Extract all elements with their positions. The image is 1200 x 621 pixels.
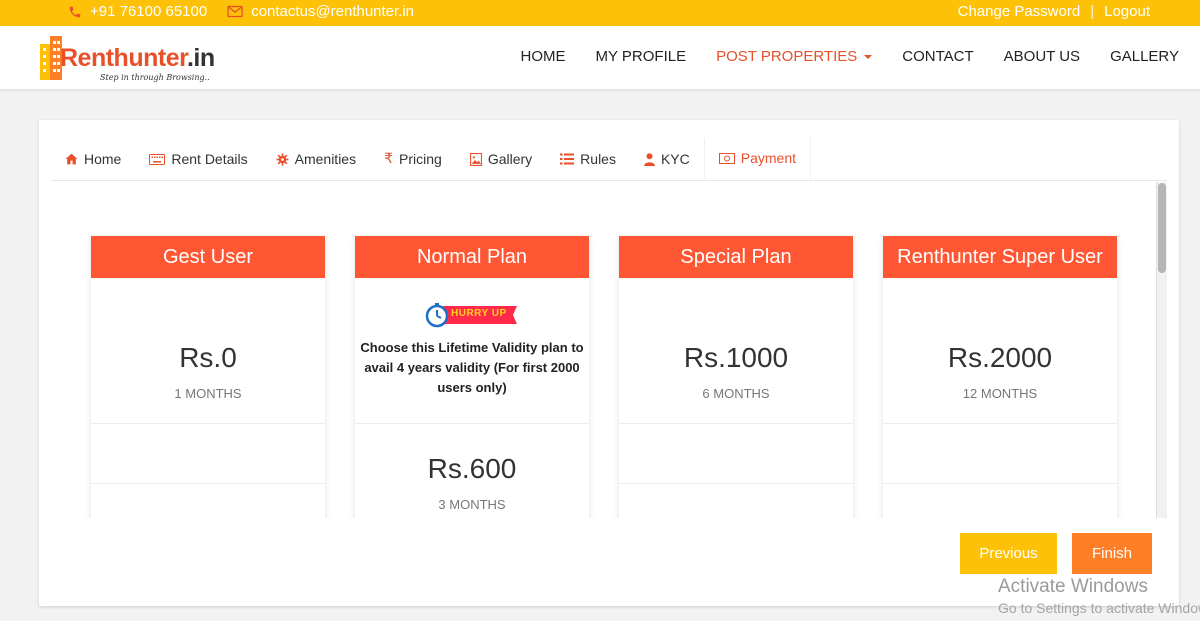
plan-duration: 3 MONTHS bbox=[438, 497, 506, 512]
wizard-tabs: Home Rent Details Amenities ₹ Pricing Ga… bbox=[51, 138, 1167, 181]
phone-icon bbox=[68, 5, 82, 19]
plan-divider bbox=[91, 423, 325, 424]
finish-button[interactable]: Finish bbox=[1072, 533, 1152, 574]
plan-title: Normal Plan bbox=[355, 236, 589, 278]
previous-button[interactable]: Previous bbox=[960, 533, 1057, 574]
nav-gallery[interactable]: GALLERY bbox=[1110, 48, 1179, 65]
money-icon bbox=[718, 152, 735, 164]
logout-link[interactable]: Logout bbox=[1104, 3, 1150, 20]
logo-brand: Renthunter bbox=[60, 44, 187, 72]
plan-divider bbox=[883, 483, 1117, 484]
phone-contact[interactable]: +91 76100 65100 bbox=[68, 3, 207, 20]
plan-divider bbox=[619, 483, 853, 484]
list-icon bbox=[560, 153, 575, 165]
tab-amenities[interactable]: Amenities bbox=[262, 138, 370, 180]
plan-price: Rs.2000 bbox=[947, 342, 1053, 373]
tab-kyc[interactable]: KYC bbox=[630, 138, 704, 180]
tab-rules[interactable]: Rules bbox=[546, 138, 630, 180]
panel-scrollbar[interactable] bbox=[1156, 182, 1167, 518]
link-separator: | bbox=[1090, 3, 1095, 20]
logo-wordmark: Renthunter.in bbox=[60, 44, 215, 73]
keyboard-icon bbox=[149, 153, 166, 165]
tab-rent-details[interactable]: Rent Details bbox=[135, 138, 261, 180]
plan-card-super-user[interactable]: Renthunter Super User Rs.2000 12 MONTHS bbox=[883, 236, 1117, 518]
hurry-up-text: HURRY UP bbox=[451, 308, 507, 319]
nav-home[interactable]: HOME bbox=[521, 48, 566, 65]
image-icon bbox=[469, 152, 482, 166]
envelope-icon bbox=[227, 5, 243, 18]
tab-pricing[interactable]: ₹ Pricing bbox=[370, 138, 456, 180]
wizard-card: Home Rent Details Amenities ₹ Pricing Ga… bbox=[39, 120, 1179, 606]
logo-tld: .in bbox=[186, 44, 215, 72]
tab-kyc-label: KYC bbox=[660, 151, 690, 167]
caret-down-icon bbox=[864, 54, 873, 59]
tab-gallery-label: Gallery bbox=[487, 151, 533, 167]
contact-info: +91 76100 65100 contactus@renthunter.in bbox=[68, 3, 434, 20]
plan-card-normal-plan[interactable]: Normal Plan HURRY UP Choose this Lifetim… bbox=[355, 236, 589, 518]
nav-about-us[interactable]: ABOUT US bbox=[1004, 48, 1080, 65]
change-password-link[interactable]: Change Password bbox=[958, 3, 1081, 20]
plan-price: Rs.0 bbox=[179, 342, 237, 373]
home-icon bbox=[65, 153, 78, 165]
rupee-icon: ₹ bbox=[384, 151, 394, 167]
plan-price: Rs.600 bbox=[427, 453, 517, 484]
tab-amenities-label: Amenities bbox=[294, 151, 357, 167]
activate-windows-watermark: Activate Windows bbox=[998, 576, 1148, 597]
tab-rules-label: Rules bbox=[580, 151, 616, 167]
plan-divider bbox=[883, 423, 1117, 424]
payment-plans-panel[interactable]: Gest User Rs.0 1 MONTHS Normal Plan HURR… bbox=[51, 182, 1167, 518]
tab-rent-details-label: Rent Details bbox=[171, 151, 248, 167]
plan-divider bbox=[619, 423, 853, 424]
site-header: Renthunter.in Step in through Browsing..… bbox=[0, 26, 1200, 89]
logo-tagline: Step in through Browsing.. bbox=[100, 73, 210, 82]
tab-home[interactable]: Home bbox=[51, 138, 135, 180]
gear-icon bbox=[276, 153, 289, 166]
plan-duration: 1 MONTHS bbox=[174, 386, 242, 401]
plan-card-special-plan[interactable]: Special Plan Rs.1000 6 MONTHS bbox=[619, 236, 853, 518]
plan-divider bbox=[355, 423, 589, 424]
plan-title: Renthunter Super User bbox=[883, 236, 1117, 278]
plan-divider bbox=[91, 483, 325, 484]
top-bar: +91 76100 65100 contactus@renthunter.in … bbox=[0, 0, 1200, 26]
plan-promo-text: Choose this Lifetime Validity plan to av… bbox=[360, 340, 584, 395]
tab-payment-label: Payment bbox=[740, 150, 797, 166]
activate-windows-hint: Go to Settings to activate Windows. bbox=[998, 600, 1200, 616]
email-contact[interactable]: contactus@renthunter.in bbox=[227, 3, 414, 20]
plan-card-gest-user[interactable]: Gest User Rs.0 1 MONTHS bbox=[91, 236, 325, 518]
scrollbar-thumb[interactable] bbox=[1158, 183, 1166, 273]
plan-title: Special Plan bbox=[619, 236, 853, 278]
plan-duration: 6 MONTHS bbox=[702, 386, 770, 401]
phone-number: +91 76100 65100 bbox=[90, 3, 208, 20]
user-icon bbox=[644, 152, 655, 166]
plan-duration: 12 MONTHS bbox=[962, 386, 1038, 401]
plan-title: Gest User bbox=[91, 236, 325, 278]
site-logo[interactable]: Renthunter.in Step in through Browsing.. bbox=[38, 32, 238, 84]
nav-my-profile[interactable]: MY PROFILE bbox=[596, 48, 687, 65]
main-nav: HOME MY PROFILE POST PROPERTIES CONTACT … bbox=[491, 48, 1179, 65]
tab-pricing-label: Pricing bbox=[399, 151, 442, 167]
nav-post-properties-label: POST PROPERTIES bbox=[716, 48, 858, 65]
nav-contact[interactable]: CONTACT bbox=[902, 48, 973, 65]
email-address: contactus@renthunter.in bbox=[251, 3, 415, 20]
tab-payment[interactable]: Payment bbox=[703, 138, 812, 180]
hurry-up-badge: HURRY UP bbox=[425, 302, 519, 328]
account-links: Change Password | Logout bbox=[958, 3, 1150, 20]
tab-home-label: Home bbox=[84, 151, 122, 167]
plan-price: Rs.1000 bbox=[683, 342, 789, 373]
nav-post-properties[interactable]: POST PROPERTIES bbox=[716, 48, 873, 65]
tab-gallery[interactable]: Gallery bbox=[456, 138, 546, 180]
